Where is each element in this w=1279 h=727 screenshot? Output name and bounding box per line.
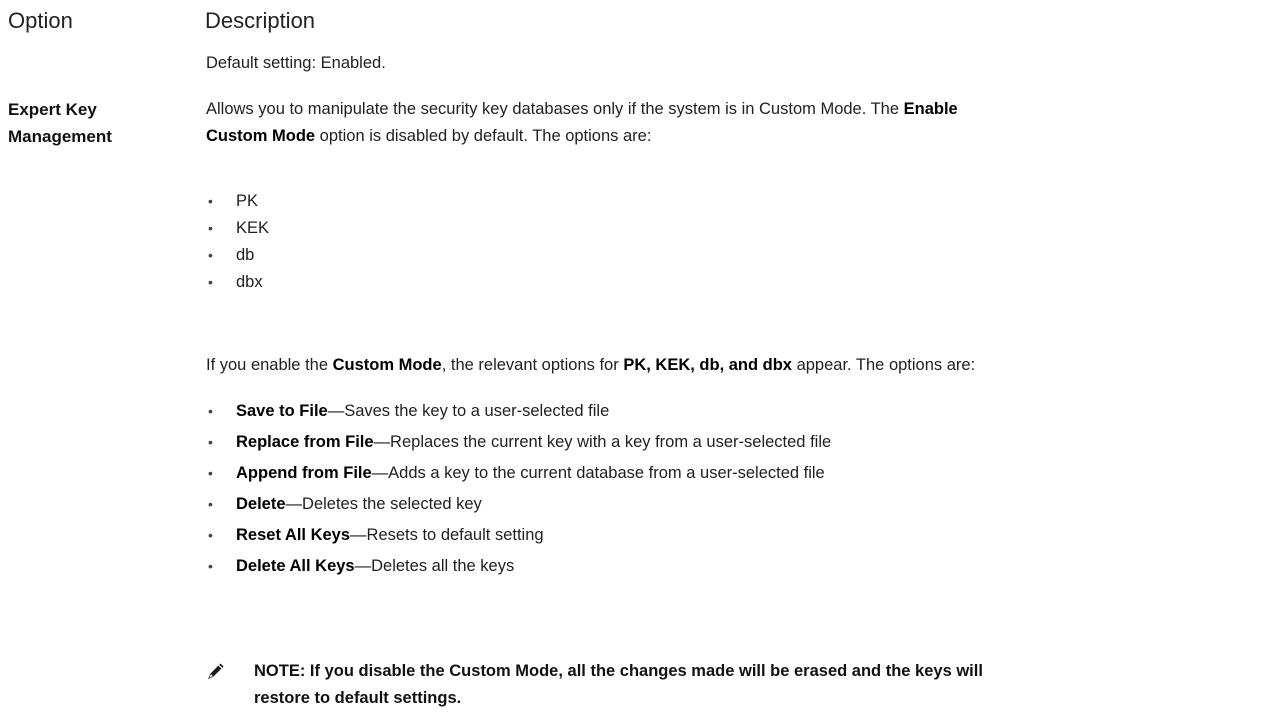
enable-paragraph: If you enable the Custom Mode, the relev… bbox=[206, 352, 1278, 379]
list-item: • Delete—Deletes the selected key bbox=[206, 491, 831, 518]
action-name: Delete All Keys bbox=[236, 557, 355, 575]
action-desc: —Resets to default setting bbox=[350, 526, 544, 544]
action-name: Save to File bbox=[236, 402, 328, 420]
list-item: • Append from File—Adds a key to the curr… bbox=[206, 460, 831, 487]
bullet-icon: • bbox=[208, 274, 213, 290]
bullet-icon: • bbox=[208, 403, 213, 419]
note-line2: restore to default settings. bbox=[254, 689, 462, 707]
enable-bold-custom-mode: Custom Mode bbox=[332, 356, 442, 374]
list-item: • dbx bbox=[206, 269, 269, 296]
intro-bold-custom-mode: Custom Mode bbox=[206, 127, 316, 145]
db-option-label: PK bbox=[236, 192, 259, 210]
enable-text-1: If you enable the bbox=[206, 356, 333, 374]
enable-bold-keys: PK, KEK, db, and dbx bbox=[623, 356, 792, 374]
bullet-icon: • bbox=[208, 527, 213, 543]
bullet-icon: • bbox=[208, 193, 213, 209]
option-column-header: Option bbox=[8, 8, 73, 33]
note-line1: NOTE: If you disable the Custom Mode, al… bbox=[254, 662, 983, 680]
action-desc: —Saves the key to a user-selected file bbox=[327, 402, 610, 420]
bullet-icon: • bbox=[208, 558, 213, 574]
action-desc: —Deletes all the keys bbox=[354, 557, 515, 575]
list-item: • Save to File—Saves the key to a user-se… bbox=[206, 398, 831, 425]
list-item: • KEK bbox=[206, 215, 269, 242]
bullet-icon: • bbox=[208, 434, 213, 450]
list-item: • Reset All Keys—Resets to default settin… bbox=[206, 522, 831, 549]
intro-paragraph: Allows you to manipulate the security ke… bbox=[206, 96, 1274, 150]
bullet-icon: • bbox=[208, 220, 213, 236]
action-name: Delete bbox=[236, 495, 286, 513]
enable-text-2: , the relevant options for bbox=[441, 356, 624, 374]
action-name: Reset All Keys bbox=[236, 526, 351, 544]
pencil-note-icon bbox=[208, 663, 224, 679]
list-item: • Replace from File—Replaces the current … bbox=[206, 429, 831, 456]
action-name: Append from File bbox=[236, 464, 372, 482]
action-name: Replace from File bbox=[236, 433, 374, 451]
db-option-label: db bbox=[236, 246, 255, 264]
bullet-icon: • bbox=[208, 247, 213, 263]
action-desc: —Adds a key to the current database from… bbox=[371, 464, 825, 482]
option-name-line2: Management bbox=[8, 127, 112, 146]
bullet-icon: • bbox=[208, 496, 213, 512]
intro-text-1: Allows you to manipulate the security ke… bbox=[206, 100, 904, 118]
list-item: • PK bbox=[206, 188, 269, 215]
default-setting-text: Default setting: Enabled. bbox=[206, 54, 386, 72]
db-option-label: dbx bbox=[236, 273, 263, 291]
intro-bold-enable: Enable bbox=[903, 100, 958, 118]
db-option-label: KEK bbox=[236, 219, 270, 237]
description-column-header: Description bbox=[205, 8, 316, 33]
action-desc: —Deletes the selected key bbox=[285, 495, 482, 513]
action-desc: —Replaces the current key with a key fro… bbox=[373, 433, 832, 451]
option-name: Expert Key Management bbox=[8, 96, 112, 150]
list-item: • Delete All Keys—Deletes all the keys bbox=[206, 553, 831, 580]
db-options-list: • PK • KEK • db • dbx bbox=[206, 188, 269, 296]
intro-text-2: option is disabled by default. The optio… bbox=[315, 127, 652, 145]
note-text: NOTE: If you disable the Custom Mode, al… bbox=[254, 658, 1274, 712]
list-item: • db bbox=[206, 242, 269, 269]
key-actions-list: • Save to File—Saves the key to a user-se… bbox=[206, 398, 831, 580]
enable-text-3: appear. The options are: bbox=[792, 356, 976, 374]
option-name-line1: Expert Key bbox=[8, 100, 97, 119]
bullet-icon: • bbox=[208, 465, 213, 481]
